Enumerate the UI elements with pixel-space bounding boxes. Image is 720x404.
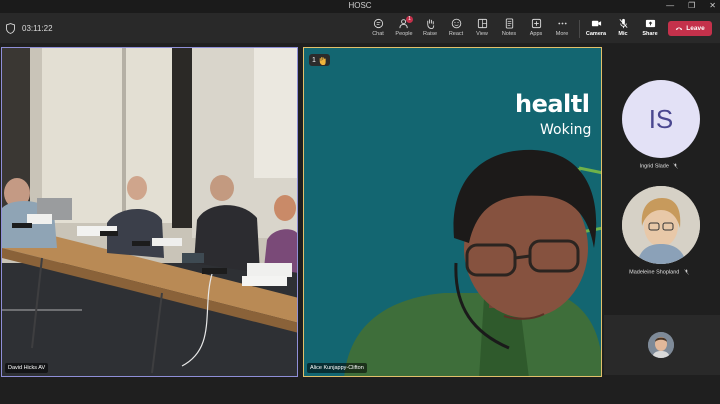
raised-hand-icon: [319, 56, 326, 65]
camera-button[interactable]: Camera: [583, 18, 609, 37]
chat-button[interactable]: Chat: [365, 18, 391, 37]
hand-icon: [426, 19, 434, 29]
avatar: [648, 332, 674, 358]
share-button[interactable]: Share: [637, 18, 663, 37]
apps-button[interactable]: Apps: [523, 18, 549, 37]
notes-label: Notes: [501, 31, 517, 37]
view-label: View: [476, 31, 488, 37]
avatar: [622, 186, 700, 264]
logo-subtitle: Woking: [540, 122, 592, 138]
close-window-button[interactable]: ✕: [709, 0, 716, 12]
video-tile-room[interactable]: David Hicks AV: [1, 47, 298, 377]
avatar-photo: [622, 186, 700, 264]
participant-name: Ingrid Slade: [604, 163, 714, 169]
camera-label: Camera: [585, 31, 607, 37]
mic-button[interactable]: Mic: [610, 18, 636, 37]
notes-icon: [505, 18, 513, 29]
avatar-photo: [648, 332, 674, 358]
room-video-feed: [2, 48, 297, 376]
video-tile-speaker[interactable]: healtl Woking 1 Alice Kunjappy-Clifton: [303, 47, 602, 377]
leave-button[interactable]: Leave: [668, 21, 712, 36]
notes-button[interactable]: Notes: [496, 18, 522, 37]
window-title-bar: HOSC — ❐ ✕: [0, 0, 720, 13]
camera-icon: [591, 20, 601, 27]
window-title: HOSC: [348, 1, 372, 10]
raise-hand-button[interactable]: Raise: [417, 18, 443, 37]
participant-name-text: Ingrid Slade: [639, 163, 669, 170]
share-screen-icon: [645, 19, 655, 28]
minimize-button[interactable]: —: [666, 0, 674, 12]
shield-icon: [6, 23, 15, 34]
toolbar-divider: [579, 20, 580, 38]
apps-label: Apps: [529, 31, 543, 37]
meeting-timer: 03:11:22: [22, 24, 53, 33]
people-button[interactable]: 1 People: [391, 16, 417, 37]
participant-thumbnail-card[interactable]: [604, 315, 720, 375]
chat-label: Chat: [372, 31, 384, 37]
participant-roster: IS Ingrid Slade Madeleine Shopland: [604, 45, 720, 404]
maximize-button[interactable]: ❐: [688, 0, 695, 12]
apps-plus-icon: [531, 18, 541, 29]
chat-icon: [373, 18, 383, 29]
mic-muted-icon: [618, 18, 628, 29]
mic-label: Mic: [618, 31, 628, 37]
leave-label: Leave: [686, 25, 705, 32]
mic-muted-icon: [684, 269, 689, 275]
people-count-badge: 1: [406, 16, 413, 23]
raise-label: Raise: [422, 31, 438, 37]
logo-healthwatch: healtl: [515, 90, 590, 118]
more-dots-icon: [557, 22, 567, 25]
meeting-toolbar: 03:11:22 Chat 1 People Raise React View …: [0, 13, 720, 44]
mic-muted-icon: [673, 163, 679, 169]
people-label: People: [395, 31, 413, 37]
view-button[interactable]: View: [469, 18, 495, 37]
layout-icon: [477, 18, 487, 29]
more-label: More: [555, 31, 569, 37]
meeting-stage: David Hicks AV healtl Woking 1 Alice Kun…: [0, 45, 720, 404]
smiley-icon: [451, 18, 461, 29]
avatar: IS: [622, 80, 700, 158]
react-label: React: [448, 31, 464, 37]
participant-name: Madeleine Shopland: [604, 269, 714, 275]
react-button[interactable]: React: [443, 18, 469, 37]
participant-name-text: Madeleine Shopland: [629, 269, 680, 276]
participant-name-tag: Alice Kunjappy-Clifton: [307, 363, 367, 373]
hang-up-icon: [676, 27, 683, 31]
raised-hand-badge: 1: [309, 54, 330, 66]
share-label: Share: [642, 31, 658, 37]
raised-hand-count: 1: [312, 56, 316, 64]
more-button[interactable]: More: [549, 18, 575, 37]
avatar-initials: IS: [648, 103, 674, 134]
participant-name-tag: David Hicks AV: [5, 363, 49, 373]
